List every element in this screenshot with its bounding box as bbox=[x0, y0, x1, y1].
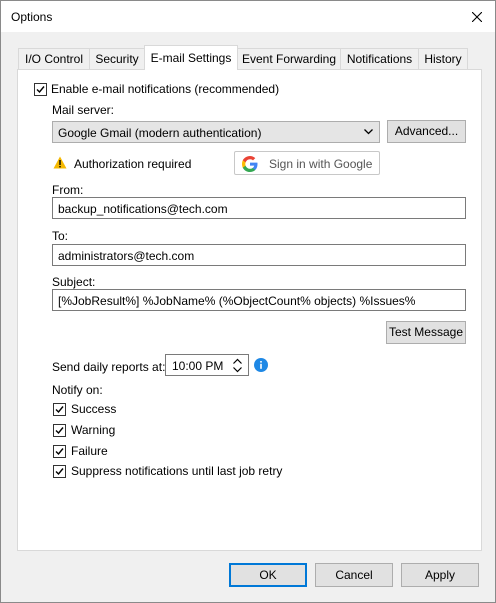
tab-label: History bbox=[424, 52, 462, 66]
subject-field[interactable]: [%JobResult%] %JobName% (%ObjectCount% o… bbox=[52, 289, 466, 311]
dialog-title: Options bbox=[11, 10, 53, 24]
notify-warning-checkbox[interactable] bbox=[53, 424, 66, 437]
notify-failure-label: Failure bbox=[71, 444, 108, 458]
enable-email-label: Enable e-mail notifications (recommended… bbox=[51, 82, 280, 96]
sign-in-google-button[interactable]: Sign in with Google bbox=[234, 151, 380, 175]
from-field[interactable]: backup_notifications@tech.com bbox=[52, 197, 466, 219]
google-g-icon bbox=[242, 156, 258, 172]
sign-in-google-label: Sign in with Google bbox=[269, 157, 373, 171]
checkmark-icon bbox=[55, 406, 64, 414]
mail-server-value: Google Gmail (modern authentication) bbox=[58, 126, 262, 140]
ok-button[interactable]: OK bbox=[229, 563, 307, 587]
tab-label: Notifications bbox=[346, 52, 413, 66]
notify-success-label: Success bbox=[71, 402, 117, 416]
notify-on-label: Notify on: bbox=[52, 383, 103, 397]
subject-label: Subject: bbox=[52, 275, 96, 289]
title-bar: Options bbox=[1, 1, 495, 32]
suppress-notifications-checkbox[interactable] bbox=[53, 465, 66, 478]
options-dialog: Options I/O Control Security E-mail Sett… bbox=[0, 0, 496, 603]
enable-email-checkbox[interactable] bbox=[34, 83, 47, 96]
checkmark-icon bbox=[55, 427, 64, 435]
from-label: From: bbox=[52, 183, 84, 197]
warning-icon bbox=[53, 156, 67, 169]
checkmark-icon bbox=[36, 86, 45, 94]
chevron-down-icon bbox=[364, 129, 373, 135]
tab-email-settings[interactable]: E-mail Settings bbox=[144, 45, 238, 70]
to-label: To: bbox=[52, 229, 69, 243]
cancel-button[interactable]: Cancel bbox=[315, 563, 393, 587]
tab-notifications[interactable]: Notifications bbox=[340, 48, 419, 69]
daily-time-picker[interactable]: 10:00 PM bbox=[165, 354, 249, 376]
suppress-notifications-label: Suppress notifications until last job re… bbox=[71, 464, 283, 478]
checkmark-icon bbox=[55, 448, 64, 456]
close-icon bbox=[472, 11, 482, 22]
notify-failure-checkbox[interactable] bbox=[53, 445, 66, 458]
tab-history[interactable]: History bbox=[418, 48, 468, 69]
tab-label: I/O Control bbox=[24, 52, 84, 66]
tab-label: E-mail Settings bbox=[150, 51, 232, 65]
mail-server-label: Mail server: bbox=[52, 103, 115, 117]
tab-event-forwarding[interactable]: Event Forwarding bbox=[237, 48, 341, 69]
auth-status-text: Authorization required bbox=[74, 157, 192, 171]
info-icon[interactable] bbox=[254, 358, 268, 372]
mail-server-select[interactable]: Google Gmail (modern authentication) bbox=[52, 121, 380, 143]
checkmark-icon bbox=[55, 468, 64, 476]
to-field[interactable]: administrators@tech.com bbox=[52, 244, 466, 266]
tab-security[interactable]: Security bbox=[89, 48, 145, 69]
spin-down-icon[interactable] bbox=[233, 367, 242, 373]
tab-io-control[interactable]: I/O Control bbox=[18, 48, 90, 69]
daily-time-value: 10:00 PM bbox=[172, 359, 224, 373]
advanced-button[interactable]: Advanced... bbox=[387, 120, 466, 143]
spin-up-icon[interactable] bbox=[233, 358, 242, 364]
apply-button[interactable]: Apply bbox=[401, 563, 479, 587]
notify-success-checkbox[interactable] bbox=[53, 403, 66, 416]
email-settings-panel: Enable e-mail notifications (recommended… bbox=[17, 69, 482, 551]
tab-label: Security bbox=[95, 52, 139, 66]
close-button[interactable] bbox=[459, 1, 495, 32]
tab-label: Event Forwarding bbox=[241, 52, 337, 66]
daily-reports-label: Send daily reports at: bbox=[52, 360, 166, 374]
test-message-button[interactable]: Test Message bbox=[386, 321, 466, 344]
notify-warning-label: Warning bbox=[71, 423, 116, 437]
